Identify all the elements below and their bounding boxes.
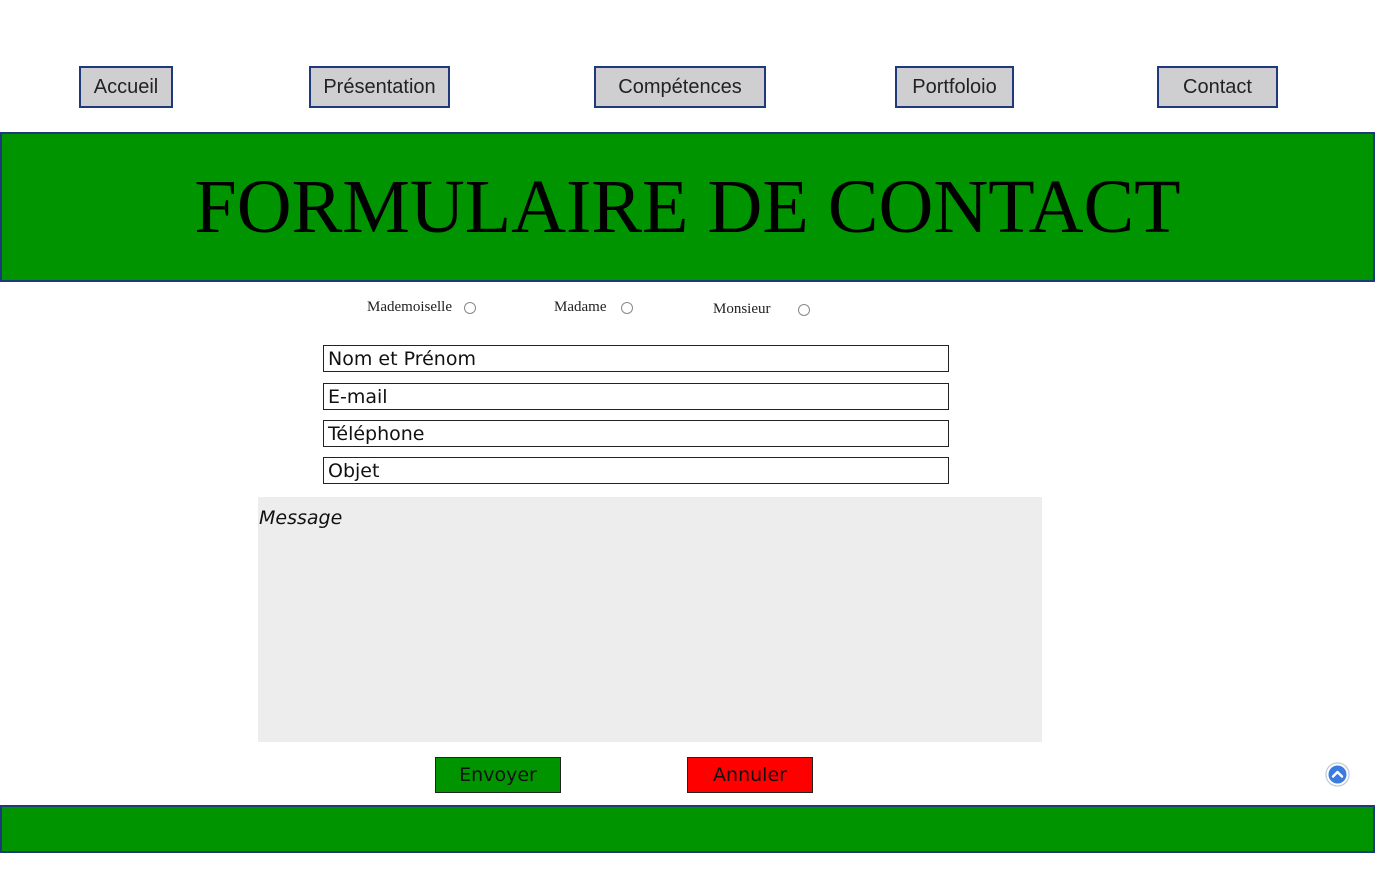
radio-label-monsieur: Monsieur xyxy=(713,301,771,317)
nav-accueil-button[interactable]: Accueil xyxy=(79,66,173,108)
nav-presentation-button[interactable]: Présentation xyxy=(309,66,450,108)
chevron-up-circle-icon xyxy=(1325,762,1350,787)
radio-label-madame: Madame xyxy=(554,299,607,315)
nav-portfolio-button[interactable]: Portfoloio xyxy=(895,66,1014,108)
email-field[interactable]: E-mail xyxy=(323,383,949,410)
page-banner: FORMULAIRE DE CONTACT xyxy=(0,132,1375,282)
cancel-button[interactable]: Annuler xyxy=(687,757,813,793)
phone-field[interactable]: Téléphone xyxy=(323,420,949,447)
radio-option-monsieur[interactable]: Monsieur xyxy=(713,301,810,318)
page-title: FORMULAIRE DE CONTACT xyxy=(194,165,1181,249)
radio-button-monsieur[interactable] xyxy=(797,303,810,316)
scroll-top-icon[interactable] xyxy=(1325,762,1350,787)
radio-button-mademoiselle[interactable] xyxy=(463,301,476,314)
nav-contact-button[interactable]: Contact xyxy=(1157,66,1278,108)
send-button[interactable]: Envoyer xyxy=(435,757,561,793)
name-field[interactable]: Nom et Prénom xyxy=(323,345,949,372)
subject-field[interactable]: Objet xyxy=(323,457,949,484)
radio-button-madame[interactable] xyxy=(621,301,634,314)
radio-label-mademoiselle: Mademoiselle xyxy=(367,299,452,315)
radio-option-madame[interactable]: Madame xyxy=(554,299,634,316)
message-textarea[interactable]: Message xyxy=(258,497,1042,742)
nav-competences-button[interactable]: Compétences xyxy=(594,66,766,108)
radio-option-mademoiselle[interactable]: Mademoiselle xyxy=(367,299,476,316)
page-footer xyxy=(0,805,1375,853)
message-placeholder: Message xyxy=(259,507,343,529)
